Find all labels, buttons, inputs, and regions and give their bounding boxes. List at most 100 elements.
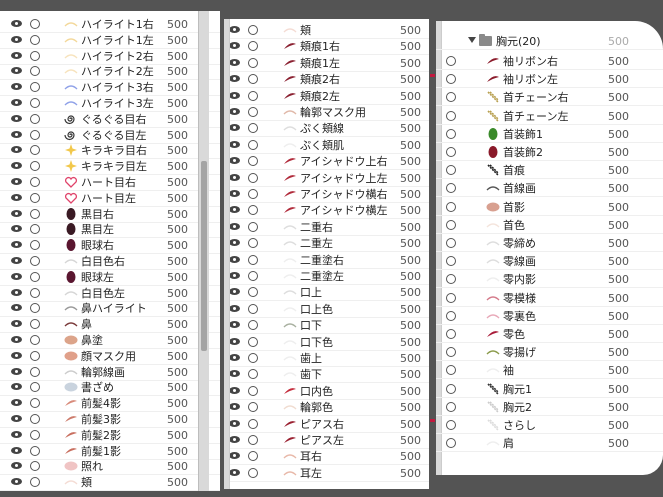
select-circle-icon[interactable] [248, 139, 258, 150]
select-circle-icon[interactable] [248, 435, 258, 445]
layer-row[interactable]: 二重右 500 [224, 219, 429, 236]
visibility-eye-icon[interactable] [229, 467, 240, 478]
visibility-eye-icon[interactable] [229, 319, 240, 330]
layer-row[interactable]: 黒目左 500 [0, 221, 220, 239]
scrollbar-left[interactable] [198, 11, 209, 491]
layer-row[interactable]: アイシャドウ上左 500 [224, 170, 429, 187]
layer-row[interactable]: 照れ 500 [0, 458, 220, 476]
layer-row[interactable]: 前髪3影 500 [0, 411, 220, 428]
layer-row[interactable]: 首影 500 [436, 199, 663, 216]
visibility-eye-icon[interactable] [229, 90, 240, 101]
select-circle-icon[interactable] [30, 19, 40, 29]
select-circle-icon[interactable] [30, 398, 40, 409]
select-circle-icon[interactable] [248, 271, 258, 281]
select-circle-icon[interactable] [248, 107, 258, 117]
select-circle-icon[interactable] [248, 385, 258, 396]
layer-row[interactable]: 歯上 500 [224, 350, 429, 367]
visibility-eye-icon[interactable] [11, 460, 22, 471]
select-circle-icon[interactable] [30, 256, 40, 266]
select-circle-icon[interactable] [446, 183, 456, 194]
select-circle-icon[interactable] [30, 50, 40, 61]
visibility-eye-icon[interactable] [229, 24, 240, 35]
select-circle-icon[interactable] [446, 383, 456, 394]
chevron-down-icon[interactable] [468, 37, 476, 43]
layer-row[interactable]: 頬痕2左 500 [224, 88, 429, 105]
visibility-eye-icon[interactable] [11, 350, 22, 361]
visibility-eye-icon[interactable] [11, 429, 22, 440]
select-circle-icon[interactable] [30, 382, 40, 393]
visibility-eye-icon[interactable] [11, 192, 22, 203]
layer-row[interactable]: 袖リボン右 500 [436, 53, 663, 70]
select-circle-icon[interactable] [30, 335, 40, 345]
layer-row[interactable]: 口上色 500 [224, 301, 429, 318]
select-circle-icon[interactable] [248, 221, 258, 232]
layer-row[interactable]: アイシャドウ横右 500 [224, 186, 429, 203]
select-circle-icon[interactable] [30, 319, 40, 330]
visibility-eye-icon[interactable] [229, 172, 240, 183]
layer-row[interactable]: 頬 500 [0, 474, 220, 491]
select-circle-icon[interactable] [30, 461, 40, 472]
select-circle-icon[interactable] [248, 156, 258, 167]
layer-row[interactable]: 肩 500 [436, 435, 663, 453]
select-circle-icon[interactable] [248, 123, 258, 134]
visibility-eye-icon[interactable] [11, 302, 22, 313]
select-circle-icon[interactable] [446, 292, 456, 303]
select-circle-icon[interactable] [446, 420, 456, 430]
select-circle-icon[interactable] [248, 303, 258, 314]
select-circle-icon[interactable] [248, 418, 258, 429]
visibility-eye-icon[interactable] [11, 445, 22, 456]
select-circle-icon[interactable] [30, 66, 40, 77]
layer-row[interactable]: ハート目右 500 [0, 174, 220, 191]
visibility-eye-icon[interactable] [229, 385, 240, 396]
select-circle-icon[interactable] [446, 147, 456, 157]
layer-row[interactable]: 胸元1 500 [436, 381, 663, 398]
select-circle-icon[interactable] [30, 414, 40, 424]
layer-row[interactable]: 零線画 500 [436, 253, 663, 271]
layer-row[interactable]: 鼻塗 500 [0, 332, 220, 349]
visibility-eye-icon[interactable] [229, 40, 240, 51]
visibility-eye-icon[interactable] [229, 73, 240, 84]
visibility-eye-icon[interactable] [229, 254, 240, 265]
select-circle-icon[interactable] [30, 129, 40, 140]
select-circle-icon[interactable] [248, 451, 258, 462]
layer-row[interactable]: 前髪4影 500 [0, 395, 220, 413]
layer-row[interactable]: 前髪1影 500 [0, 443, 220, 460]
layer-row[interactable]: 首装飾2 500 [436, 144, 663, 161]
visibility-eye-icon[interactable] [11, 160, 22, 171]
layer-row[interactable]: 零締め 500 [436, 235, 663, 252]
visibility-eye-icon[interactable] [229, 106, 240, 117]
select-circle-icon[interactable] [248, 369, 258, 380]
layer-row[interactable]: 鼻 500 [0, 316, 220, 334]
select-circle-icon[interactable] [30, 82, 40, 93]
select-circle-icon[interactable] [30, 98, 40, 108]
visibility-eye-icon[interactable] [229, 286, 240, 297]
layer-row[interactable]: 口下 500 [224, 317, 429, 335]
layer-row[interactable]: 書ざめ 500 [0, 379, 220, 397]
visibility-eye-icon[interactable] [229, 434, 240, 445]
layer-row[interactable]: 零色 500 [436, 326, 663, 343]
select-circle-icon[interactable] [446, 219, 456, 230]
visibility-eye-icon[interactable] [229, 336, 240, 347]
layer-row[interactable]: ハイライト3右 500 [0, 79, 220, 97]
layer-row[interactable]: 首チェーン右 500 [436, 89, 663, 107]
select-circle-icon[interactable] [30, 350, 40, 361]
visibility-eye-icon[interactable] [11, 34, 22, 45]
layer-row[interactable]: 袖 500 [436, 362, 663, 380]
layer-row[interactable]: 頬痕1左 500 [224, 55, 429, 72]
visibility-eye-icon[interactable] [11, 97, 22, 108]
select-circle-icon[interactable] [30, 429, 40, 440]
select-circle-icon[interactable] [30, 161, 40, 172]
layer-row[interactable]: 首痕 500 [436, 162, 663, 180]
select-circle-icon[interactable] [446, 56, 456, 66]
layer-row[interactable]: 二重塗左 500 [224, 268, 429, 285]
visibility-eye-icon[interactable] [11, 144, 22, 155]
select-circle-icon[interactable] [446, 347, 456, 358]
select-circle-icon[interactable] [30, 145, 40, 156]
visibility-eye-icon[interactable] [11, 287, 22, 298]
layer-row[interactable]: 二重左 500 [224, 235, 429, 253]
scrollbar-middle[interactable] [224, 19, 230, 489]
layer-row[interactable]: 耳左 500 [224, 465, 429, 482]
layer-row[interactable]: ぐるぐる目右 500 [0, 111, 220, 128]
visibility-eye-icon[interactable] [229, 57, 240, 68]
select-circle-icon[interactable] [446, 92, 456, 103]
